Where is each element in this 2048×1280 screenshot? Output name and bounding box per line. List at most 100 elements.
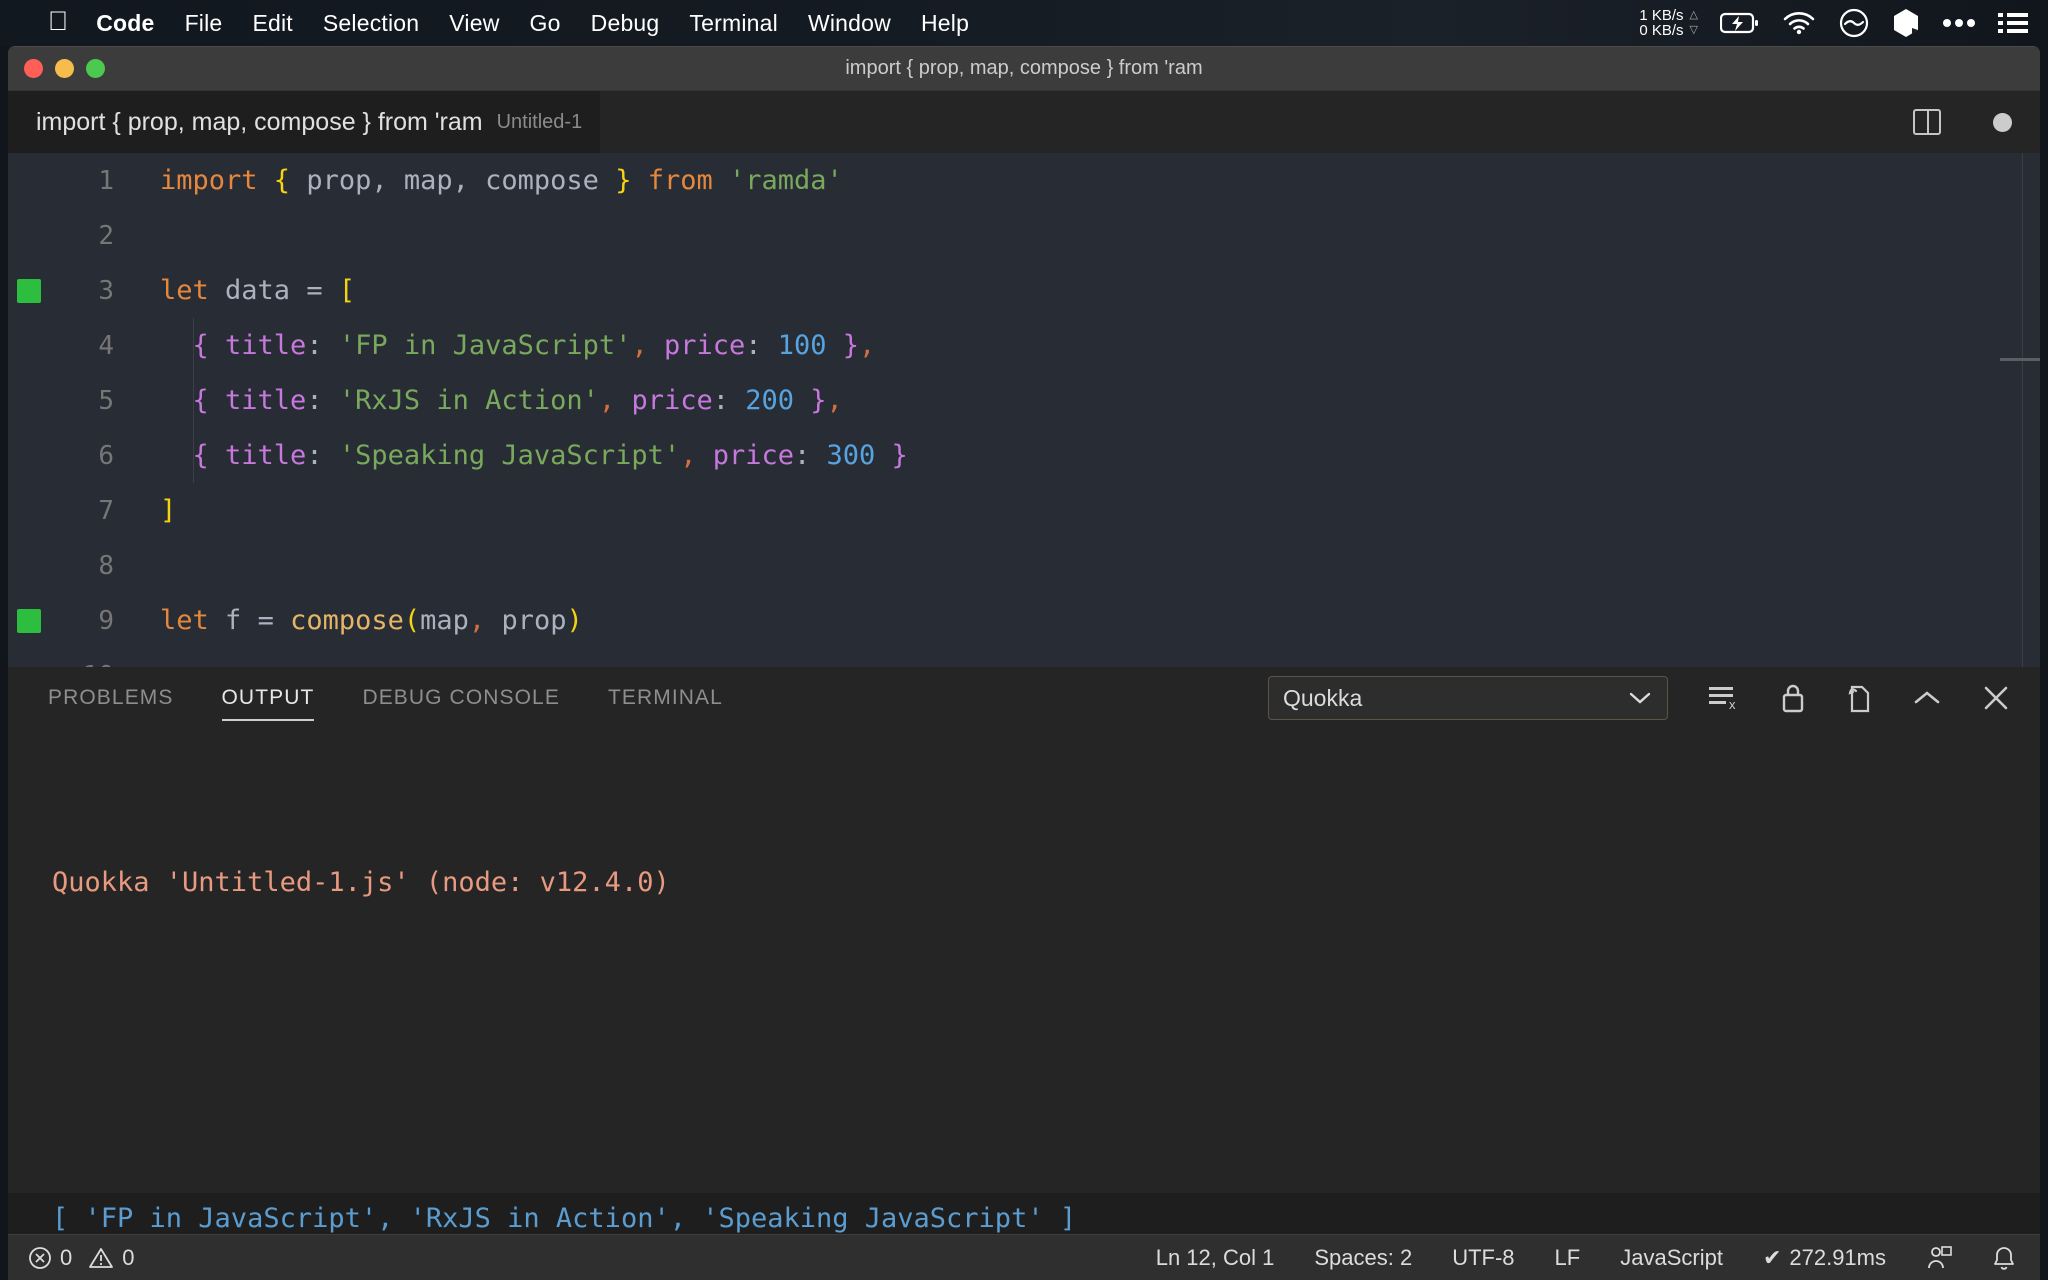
- editor-vertical-scrollbar[interactable]: [2000, 153, 2040, 667]
- menu-item-go[interactable]: Go: [530, 10, 561, 37]
- status-cursor-position[interactable]: Ln 12, Col 1: [1156, 1245, 1275, 1271]
- code-content: ]: [118, 495, 176, 526]
- token-comma: ,: [859, 330, 876, 361]
- token-operator: =: [306, 275, 339, 306]
- menu-item-selection[interactable]: Selection: [323, 10, 419, 37]
- line-number: 3: [98, 275, 114, 306]
- token-number: 300: [826, 440, 876, 471]
- tab-terminal[interactable]: TERMINAL: [608, 667, 723, 729]
- token-keyword: let: [160, 275, 209, 306]
- status-encoding[interactable]: UTF-8: [1452, 1245, 1514, 1271]
- close-panel-icon[interactable]: [1982, 684, 2010, 712]
- coverage-gutter: [8, 608, 50, 633]
- menu-item-edit[interactable]: Edit: [252, 10, 292, 37]
- status-problems[interactable]: 0 0: [28, 1245, 135, 1271]
- window-controls: [24, 59, 105, 78]
- close-window-button[interactable]: [24, 59, 43, 78]
- token-property: price: [663, 330, 746, 361]
- token-comma: ,: [680, 440, 713, 471]
- menu-item-help[interactable]: Help: [921, 10, 969, 37]
- status-indentation[interactable]: Spaces: 2: [1314, 1245, 1412, 1271]
- dropbox-icon[interactable]: [1892, 8, 1920, 38]
- bell-icon[interactable]: [1992, 1245, 2016, 1271]
- editor-tab-untitled-1[interactable]: import { prop, map, compose } from 'ram …: [8, 91, 601, 153]
- token-property: title: [225, 385, 307, 416]
- output-channel-select[interactable]: Quokka: [1268, 676, 1668, 720]
- token-brace: }: [794, 385, 827, 416]
- status-eol[interactable]: LF: [1555, 1245, 1581, 1271]
- network-download-speed: 0 KB/s: [1639, 22, 1684, 39]
- token-number: 100: [777, 330, 827, 361]
- token-colon: :: [306, 440, 339, 471]
- token-keyword: let: [160, 605, 209, 636]
- code-line: 5 { title: 'RxJS in Action', price: 200 …: [8, 373, 2040, 428]
- tab-description: Untitled-1: [496, 110, 583, 133]
- output-channel-value: Quokka: [1283, 684, 1363, 711]
- macos-menu-bar:  Code File Edit Selection View Go Debug…: [0, 0, 2048, 46]
- token-identifier: data: [208, 275, 307, 306]
- token-string: 'ramda': [712, 165, 843, 196]
- tab-debug-console[interactable]: DEBUG CONSOLE: [362, 667, 560, 729]
- check-icon: ✔: [1762, 1244, 1782, 1270]
- warning-icon: [88, 1246, 114, 1270]
- code-editor[interactable]: 1 import { prop, map, compose } from 'ra…: [8, 153, 2040, 667]
- unsaved-changes-icon[interactable]: [1993, 112, 2012, 132]
- battery-charging-icon[interactable]: [1720, 12, 1760, 34]
- menu-item-window[interactable]: Window: [808, 10, 891, 37]
- maximize-panel-icon[interactable]: [1912, 688, 1942, 708]
- error-icon: [28, 1246, 52, 1270]
- token-colon: :: [306, 385, 339, 416]
- editor-tab-actions: [1913, 109, 2012, 135]
- minimize-window-button[interactable]: [55, 59, 74, 78]
- network-speed-indicator[interactable]: 1 KB/s 0 KB/s △ ▽: [1639, 8, 1698, 38]
- clear-output-icon[interactable]: x: [1708, 684, 1740, 712]
- status-bar-left: 0 0: [28, 1245, 135, 1271]
- line-number: 2: [98, 220, 114, 251]
- control-center-icon[interactable]: [1998, 11, 2028, 35]
- line-number: 8: [98, 550, 114, 581]
- code-content: { title: 'RxJS in Action', price: 200 },: [118, 385, 843, 416]
- chevron-down-icon: [1627, 690, 1653, 706]
- window-title-bar: import { prop, map, compose } from 'ram: [8, 47, 2040, 91]
- network-upload-speed: 1 KB/s: [1639, 7, 1684, 24]
- status-quokka-time[interactable]: ✔ 272.91ms: [1763, 1245, 1886, 1271]
- quokka-elapsed: 272.91ms: [1789, 1244, 1886, 1270]
- token-property: price: [712, 440, 794, 471]
- ellipsis-icon[interactable]: [1942, 18, 1976, 28]
- token-colon: :: [712, 385, 746, 416]
- menu-item-file[interactable]: File: [185, 10, 223, 37]
- error-count: 0: [60, 1244, 73, 1270]
- night-shift-icon[interactable]: [1838, 7, 1870, 39]
- token-paren: (: [403, 605, 421, 636]
- menu-item-view[interactable]: View: [449, 10, 499, 37]
- line-number: 4: [98, 330, 114, 361]
- lock-scroll-icon[interactable]: [1780, 683, 1806, 713]
- menu-item-terminal[interactable]: Terminal: [689, 10, 778, 37]
- tab-output[interactable]: OUTPUT: [221, 667, 315, 729]
- editor-scrollbar-marker: [2000, 358, 2040, 361]
- token-brace: }: [598, 165, 648, 196]
- feedback-icon[interactable]: [1926, 1245, 1952, 1271]
- tab-label: import { prop, map, compose } from 'ram: [36, 107, 483, 136]
- token-paren: ): [566, 605, 583, 636]
- menu-item-debug[interactable]: Debug: [591, 10, 660, 37]
- wifi-icon[interactable]: [1782, 11, 1816, 35]
- svg-text:x: x: [1729, 697, 1736, 712]
- output-content[interactable]: Quokka 'Untitled-1.js' (node: v12.4.0) […: [8, 729, 2040, 1280]
- split-editor-icon[interactable]: [1913, 109, 1941, 135]
- code-content: let data = [: [118, 275, 355, 306]
- open-in-editor-icon[interactable]: [1846, 683, 1872, 713]
- apple-logo-icon[interactable]: : [48, 7, 68, 35]
- token-identifier: f: [208, 605, 258, 636]
- tab-problems[interactable]: PROBLEMS: [48, 667, 174, 729]
- token-keyword: import: [160, 165, 258, 196]
- bottom-panel: PROBLEMS OUTPUT DEBUG CONSOLE TERMINAL Q…: [8, 667, 2040, 1234]
- code-line: 2: [8, 208, 2040, 263]
- status-language-mode[interactable]: JavaScript: [1620, 1245, 1723, 1271]
- code-line: 6 { title: 'Speaking JavaScript', price:…: [8, 428, 2040, 483]
- maximize-window-button[interactable]: [86, 59, 105, 78]
- token-property: price: [631, 385, 713, 416]
- token-string: 'RxJS in Action': [338, 385, 599, 416]
- menu-item-code[interactable]: Code: [96, 10, 154, 37]
- token-comma: ,: [631, 330, 664, 361]
